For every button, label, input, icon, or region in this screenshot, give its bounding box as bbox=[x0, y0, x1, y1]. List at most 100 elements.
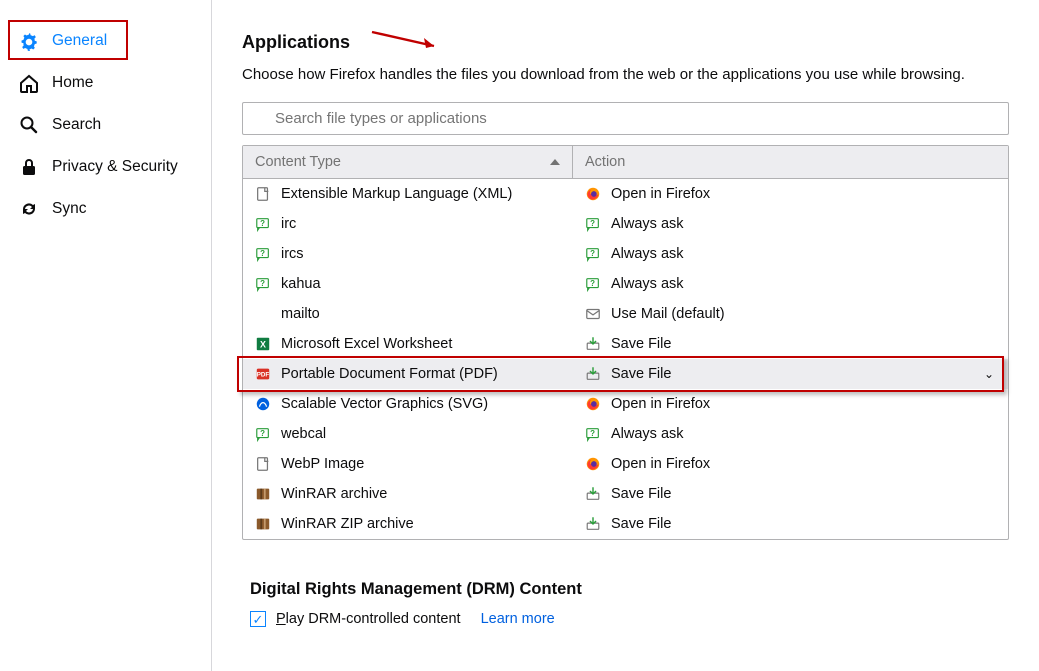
action-cell: Always ask bbox=[573, 426, 1008, 442]
content-type-cell: Microsoft Excel Worksheet bbox=[243, 336, 573, 352]
content-type-icon bbox=[255, 216, 271, 232]
content-type-cell: WebP Image bbox=[243, 456, 573, 472]
action-cell: Open in Firefox bbox=[573, 456, 1008, 472]
content-type-label: WinRAR ZIP archive bbox=[281, 516, 414, 532]
action-label: Save File bbox=[611, 516, 671, 532]
applications-search-input[interactable] bbox=[242, 102, 1009, 135]
action-label: Open in Firefox bbox=[611, 186, 710, 202]
content-type-cell: mailto bbox=[243, 306, 573, 322]
content-type-cell: irc bbox=[243, 216, 573, 232]
content-type-label: kahua bbox=[281, 276, 321, 292]
table-row[interactable]: kahua Always ask bbox=[243, 269, 1008, 299]
chevron-down-icon: ⌄ bbox=[984, 367, 994, 381]
sort-asc-icon bbox=[550, 159, 560, 165]
sidebar-item-label: Privacy & Security bbox=[52, 158, 178, 176]
content-type-icon bbox=[255, 426, 271, 442]
action-label: Open in Firefox bbox=[611, 456, 710, 472]
action-cell: Save File bbox=[573, 336, 1008, 352]
content-type-icon bbox=[255, 486, 271, 502]
action-cell: Use Mail (default) bbox=[573, 306, 1008, 322]
column-label: Content Type bbox=[255, 154, 341, 170]
applications-table: Content Type Action Extensible Markup La… bbox=[242, 145, 1009, 540]
drm-title: Digital Rights Management (DRM) Content bbox=[250, 580, 1009, 599]
applications-search-wrap bbox=[242, 102, 1009, 145]
table-row[interactable]: WinRAR archiveSave File bbox=[243, 479, 1008, 509]
sidebar-item-label: Sync bbox=[52, 200, 86, 218]
action-icon bbox=[585, 456, 601, 472]
search-icon bbox=[18, 114, 40, 136]
content-type-icon bbox=[255, 276, 271, 292]
content-type-cell: kahua bbox=[243, 276, 573, 292]
action-label: Use Mail (default) bbox=[611, 306, 725, 322]
action-icon bbox=[585, 186, 601, 202]
table-row[interactable]: Extensible Markup Language (XML) Open in … bbox=[243, 179, 1008, 209]
action-cell: Always ask bbox=[573, 246, 1008, 262]
action-label: Always ask bbox=[611, 426, 684, 442]
sidebar-item-label: General bbox=[52, 32, 107, 50]
sidebar-item-sync[interactable]: Sync bbox=[0, 188, 211, 230]
action-icon bbox=[585, 486, 601, 502]
content-type-cell: Extensible Markup Language (XML) bbox=[243, 186, 573, 202]
content-type-label: WebP Image bbox=[281, 456, 364, 472]
sidebar-item-general[interactable]: General bbox=[0, 20, 211, 62]
settings-sidebar: General Home Search Privacy & Security S… bbox=[0, 0, 212, 671]
content-type-label: Portable Document Format (PDF) bbox=[281, 366, 498, 382]
table-row[interactable]: irc Always ask bbox=[243, 209, 1008, 239]
table-row[interactable]: ircs Always ask bbox=[243, 239, 1008, 269]
lock-icon bbox=[18, 156, 40, 178]
action-icon bbox=[585, 426, 601, 442]
sidebar-item-label: Home bbox=[52, 74, 93, 92]
action-cell: Always ask bbox=[573, 216, 1008, 232]
action-cell[interactable]: Save File ⌄ bbox=[573, 366, 1008, 382]
table-row[interactable]: Portable Document Format (PDF) Save File ⌄ bbox=[243, 359, 1008, 389]
content-type-label: Scalable Vector Graphics (SVG) bbox=[281, 396, 488, 412]
sidebar-item-privacy[interactable]: Privacy & Security bbox=[0, 146, 211, 188]
content-type-cell: WinRAR ZIP archive bbox=[243, 516, 573, 532]
sidebar-item-search[interactable]: Search bbox=[0, 104, 211, 146]
applications-desc: Choose how Firefox handles the files you… bbox=[242, 63, 1009, 86]
content-type-label: ircs bbox=[281, 246, 304, 262]
action-icon bbox=[585, 246, 601, 262]
drm-row: ✓ Play DRM-controlled content Learn more bbox=[250, 611, 1009, 627]
content-type-icon bbox=[255, 456, 271, 472]
column-action[interactable]: Action bbox=[573, 146, 1008, 178]
content-type-icon bbox=[255, 306, 271, 322]
action-label: Always ask bbox=[611, 276, 684, 292]
action-icon bbox=[585, 516, 601, 532]
column-content-type[interactable]: Content Type bbox=[243, 146, 573, 178]
action-icon bbox=[585, 306, 601, 322]
content-type-cell: Portable Document Format (PDF) bbox=[243, 366, 573, 382]
action-label: Save File bbox=[611, 366, 671, 382]
drm-checkbox[interactable]: ✓ bbox=[250, 611, 266, 627]
content-type-icon bbox=[255, 186, 271, 202]
column-label: Action bbox=[585, 154, 625, 170]
action-icon bbox=[585, 276, 601, 292]
content-type-label: WinRAR archive bbox=[281, 486, 387, 502]
action-cell: Always ask bbox=[573, 276, 1008, 292]
sidebar-item-home[interactable]: Home bbox=[0, 62, 211, 104]
action-icon bbox=[585, 396, 601, 412]
drm-checkbox-label: Play DRM-controlled content bbox=[276, 611, 461, 627]
content-type-icon bbox=[255, 336, 271, 352]
action-icon bbox=[585, 366, 601, 382]
content-type-label: Extensible Markup Language (XML) bbox=[281, 186, 512, 202]
action-icon bbox=[585, 336, 601, 352]
action-label: Always ask bbox=[611, 216, 684, 232]
content-type-icon bbox=[255, 366, 271, 382]
action-icon bbox=[585, 216, 601, 232]
table-row[interactable]: mailto Use Mail (default) bbox=[243, 299, 1008, 329]
table-row[interactable]: WinRAR ZIP archive Save File bbox=[243, 509, 1008, 539]
content-type-icon bbox=[255, 396, 271, 412]
learn-more-link[interactable]: Learn more bbox=[481, 611, 555, 627]
applications-title: Applications bbox=[242, 32, 1009, 53]
table-row[interactable]: WebP Image Open in Firefox bbox=[243, 449, 1008, 479]
content-type-label: webcal bbox=[281, 426, 326, 442]
sync-icon bbox=[18, 198, 40, 220]
content-type-cell: ircs bbox=[243, 246, 573, 262]
table-row[interactable]: webcal Always ask bbox=[243, 419, 1008, 449]
content-type-icon bbox=[255, 516, 271, 532]
action-cell: Open in Firefox bbox=[573, 186, 1008, 202]
table-row[interactable]: Scalable Vector Graphics (SVG)Open in Fi… bbox=[243, 389, 1008, 419]
settings-main: Applications Choose how Firefox handles … bbox=[212, 0, 1039, 671]
table-row[interactable]: Microsoft Excel WorksheetSave File bbox=[243, 329, 1008, 359]
